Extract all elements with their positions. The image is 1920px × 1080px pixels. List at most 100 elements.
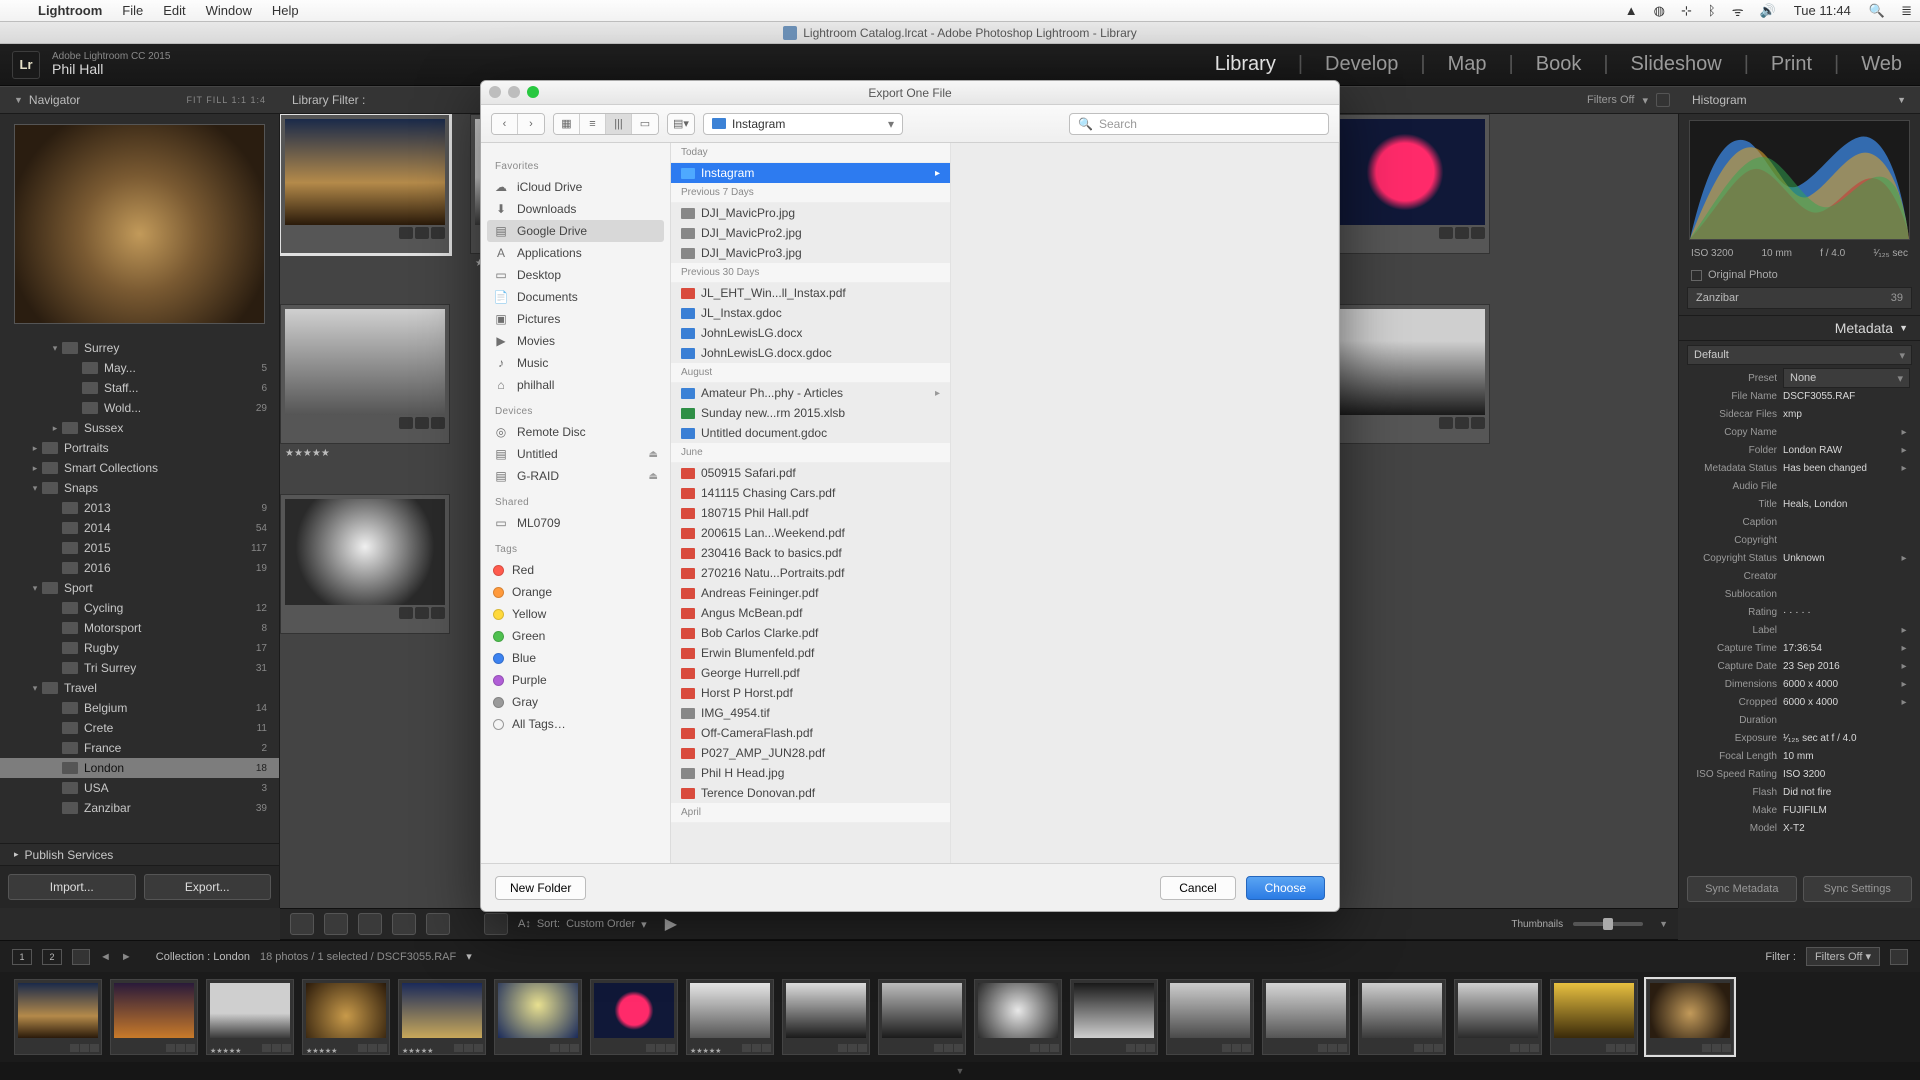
second-window-button[interactable]: 2	[42, 949, 62, 965]
sidebar-item-ml0709[interactable]: ▭ML0709	[481, 512, 670, 534]
metadata-set-combo[interactable]: Default▾	[1687, 345, 1912, 365]
sidebar-item-philhall[interactable]: ⌂philhall	[481, 374, 670, 396]
grid-cell[interactable]	[1320, 114, 1490, 254]
menubar-clock[interactable]: Tue 11:44	[1784, 3, 1861, 18]
list-view-button[interactable]: ≡	[580, 114, 606, 134]
grid-cell[interactable]	[1320, 304, 1490, 444]
file-item[interactable]: JL_EHT_Win...ll_Instax.pdf	[671, 283, 950, 303]
sidebar-item-untitled[interactable]: ▤Untitled⏏	[481, 443, 670, 465]
filters-off-label[interactable]: Filters Off	[1587, 94, 1634, 106]
folder-belgium[interactable]: Belgium14	[0, 698, 279, 718]
filter-lock-icon[interactable]	[1656, 93, 1670, 107]
sidebar-item-desktop[interactable]: ▭Desktop	[481, 264, 670, 286]
file-item[interactable]: JohnLewisLG.docx.gdoc	[671, 343, 950, 363]
traffic-zoom[interactable]	[527, 86, 539, 98]
file-item[interactable]: George Hurrell.pdf	[671, 663, 950, 683]
status-wifi-icon[interactable]: ᯤ	[1724, 2, 1752, 20]
meta-make[interactable]: MakeFUJIFILM	[1679, 801, 1920, 819]
file-item[interactable]: 180715 Phil Hall.pdf	[671, 503, 950, 523]
file-item[interactable]: Andreas Feininger.pdf	[671, 583, 950, 603]
folder-motorsport[interactable]: Motorsport8	[0, 618, 279, 638]
search-field[interactable]: 🔍 Search	[1069, 113, 1329, 135]
meta-folder[interactable]: FolderLondon RAW▸	[1679, 441, 1920, 459]
folder-wold-[interactable]: Wold...29	[0, 398, 279, 418]
filmstrip-cell[interactable]	[14, 979, 102, 1055]
filmstrip-cell[interactable]	[494, 979, 582, 1055]
grid-cell[interactable]	[280, 114, 450, 254]
meta-file-name[interactable]: File NameDSCF3055.RAF	[1679, 387, 1920, 405]
meta-duration[interactable]: Duration	[1679, 711, 1920, 729]
arrange-button[interactable]: ▤▾	[668, 114, 694, 134]
module-library[interactable]: Library	[1215, 53, 1276, 76]
chevron-down-icon[interactable]: ▾	[1642, 94, 1648, 107]
sidebar-item-applications[interactable]: AApplications	[481, 242, 670, 264]
menu-edit[interactable]: Edit	[153, 3, 195, 18]
file-item[interactable]: 270216 Natu...Portraits.pdf	[671, 563, 950, 583]
folder-2016[interactable]: 201619	[0, 558, 279, 578]
file-item[interactable]: 141115 Chasing Cars.pdf	[671, 483, 950, 503]
folder-path-dropdown[interactable]: Instagram▾	[703, 113, 903, 135]
sidebar-item-movies[interactable]: ▶Movies	[481, 330, 670, 352]
filmstrip-cell[interactable]	[878, 979, 966, 1055]
new-folder-button[interactable]: New Folder	[495, 876, 586, 900]
file-item[interactable]: Untitled document.gdoc	[671, 423, 950, 443]
meta-dimensions[interactable]: Dimensions6000 x 4000▸	[1679, 675, 1920, 693]
status-dropbox-icon[interactable]: ⊹	[1673, 3, 1700, 19]
file-item[interactable]: 050915 Safari.pdf	[671, 463, 950, 483]
original-photo-checkbox[interactable]	[1691, 270, 1702, 281]
file-item[interactable]: Sunday new...rm 2015.xlsb	[671, 403, 950, 423]
filmstrip-cell[interactable]	[974, 979, 1062, 1055]
cancel-button[interactable]: Cancel	[1160, 876, 1235, 900]
folder-sussex[interactable]: ▸Sussex	[0, 418, 279, 438]
sidebar-item-google-drive[interactable]: ▤Google Drive	[487, 220, 664, 242]
publish-services-header[interactable]: ▸Publish Services	[0, 843, 279, 865]
file-item[interactable]: Bob Carlos Clarke.pdf	[671, 623, 950, 643]
chevron-down-icon[interactable]: ▾	[466, 950, 472, 963]
meta-sublocation[interactable]: Sublocation	[1679, 585, 1920, 603]
navigator-toggle-icon[interactable]: ▼	[14, 95, 23, 105]
sidebar-item-purple[interactable]: Purple	[481, 669, 670, 691]
filmstrip[interactable]	[0, 972, 1920, 1062]
folder-2015[interactable]: 2015117	[0, 538, 279, 558]
sort-value[interactable]: Custom Order	[566, 918, 635, 930]
folder-tri-surrey[interactable]: Tri Surrey31	[0, 658, 279, 678]
sidebar-item-all-tags-[interactable]: All Tags…	[481, 713, 670, 735]
folder-cycling[interactable]: Cycling12	[0, 598, 279, 618]
filmstrip-cell[interactable]	[1358, 979, 1446, 1055]
sidebar-item-documents[interactable]: 📄Documents	[481, 286, 670, 308]
filmstrip-collapse[interactable]: ▼	[0, 1062, 1920, 1080]
file-item[interactable]: JL_Instax.gdoc	[671, 303, 950, 323]
sidebar-item-icloud-drive[interactable]: ☁iCloud Drive	[481, 176, 670, 198]
meta-flash[interactable]: FlashDid not fire	[1679, 783, 1920, 801]
meta-copyright[interactable]: Copyright	[1679, 531, 1920, 549]
file-item[interactable]: Erwin Blumenfeld.pdf	[671, 643, 950, 663]
status-cc-icon[interactable]: ▲	[1617, 3, 1646, 18]
menu-file[interactable]: File	[112, 3, 153, 18]
folder-2014[interactable]: 201454	[0, 518, 279, 538]
traffic-min[interactable]	[508, 86, 520, 98]
sidebar-item-pictures[interactable]: ▣Pictures	[481, 308, 670, 330]
module-book[interactable]: Book	[1536, 53, 1582, 76]
folder-rugby[interactable]: Rugby17	[0, 638, 279, 658]
status-volume-icon[interactable]: 🔊	[1752, 3, 1784, 19]
meta-model[interactable]: ModelX-T2	[1679, 819, 1920, 837]
finder-column-2[interactable]	[951, 143, 1339, 863]
sidebar-item-blue[interactable]: Blue	[481, 647, 670, 669]
folder-surrey[interactable]: ▾Surrey	[0, 338, 279, 358]
file-item[interactable]: DJI_MavicPro.jpg	[671, 203, 950, 223]
navigator-preview[interactable]	[14, 124, 265, 324]
status-sync-icon[interactable]: ◍	[1646, 3, 1673, 19]
file-item[interactable]: Horst P Horst.pdf	[671, 683, 950, 703]
chevron-down-icon[interactable]: ▾	[641, 918, 647, 931]
people-view-button[interactable]	[426, 913, 450, 935]
file-item[interactable]: P027_AMP_JUN28.pdf	[671, 743, 950, 763]
file-item[interactable]: 200615 Lan...Weekend.pdf	[671, 523, 950, 543]
main-window-button[interactable]: 1	[12, 949, 32, 965]
finder-column-1[interactable]: TodayInstagram▸Previous 7 DaysDJI_MavicP…	[671, 143, 951, 863]
folder-zanzibar[interactable]: Zanzibar39	[0, 798, 279, 818]
sidebar-item-green[interactable]: Green	[481, 625, 670, 647]
folder-france[interactable]: France2	[0, 738, 279, 758]
compare-view-button[interactable]	[358, 913, 382, 935]
slideshow-play-button[interactable]: ▶	[665, 914, 677, 934]
folder-2013[interactable]: 20139	[0, 498, 279, 518]
